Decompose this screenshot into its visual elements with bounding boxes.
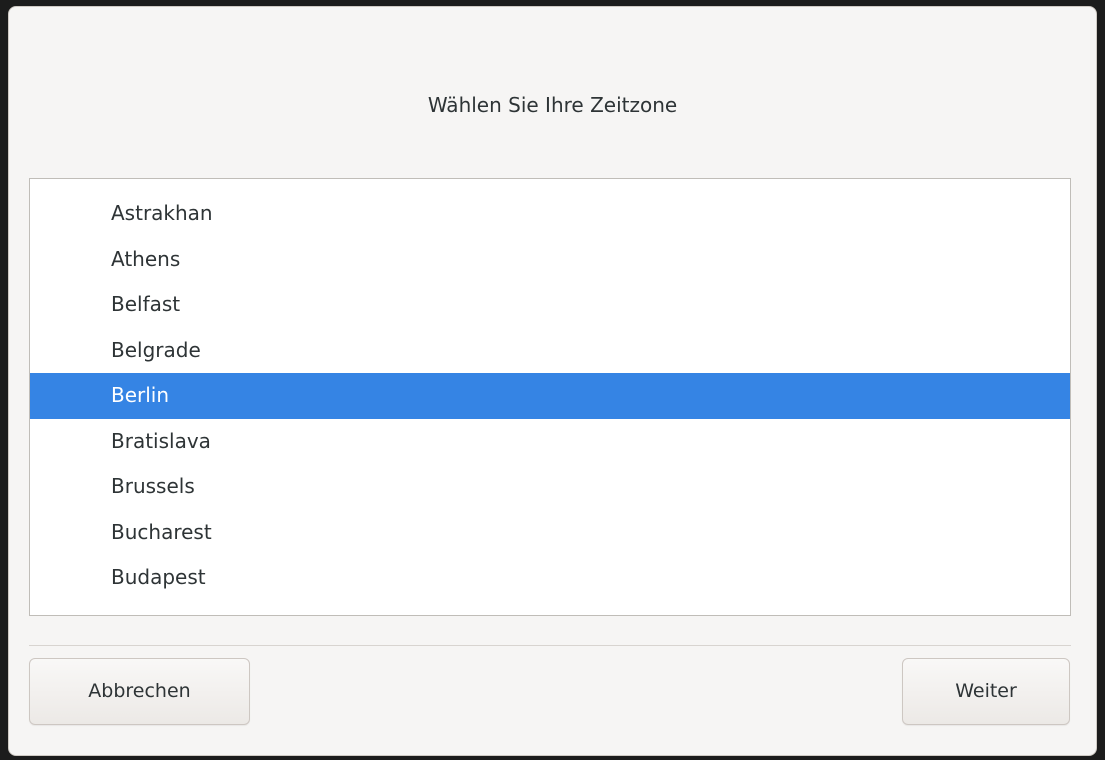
timezone-dialog: Wählen Sie Ihre Zeitzone Astrakhan Athen… — [8, 6, 1097, 756]
dialog-title: Wählen Sie Ihre Zeitzone — [427, 93, 678, 117]
list-item[interactable]: Belfast — [30, 282, 1070, 328]
footer-separator — [29, 645, 1071, 646]
list-item[interactable]: Bratislava — [30, 419, 1070, 465]
cancel-button[interactable]: Abbrechen — [29, 658, 250, 725]
list-item[interactable]: Budapest — [30, 555, 1070, 601]
list-item[interactable]: Bucharest — [30, 510, 1070, 556]
timezone-list[interactable]: Astrakhan Athens Belfast Belgrade Berlin… — [29, 178, 1071, 616]
timezone-list-items: Astrakhan Athens Belfast Belgrade Berlin… — [30, 191, 1070, 601]
list-item-selected[interactable]: Berlin — [30, 373, 1070, 419]
list-item[interactable]: Athens — [30, 237, 1070, 283]
list-item[interactable]: Brussels — [30, 464, 1070, 510]
next-button[interactable]: Weiter — [902, 658, 1070, 725]
list-item[interactable]: Belgrade — [30, 328, 1070, 374]
list-item[interactable]: Astrakhan — [30, 191, 1070, 237]
